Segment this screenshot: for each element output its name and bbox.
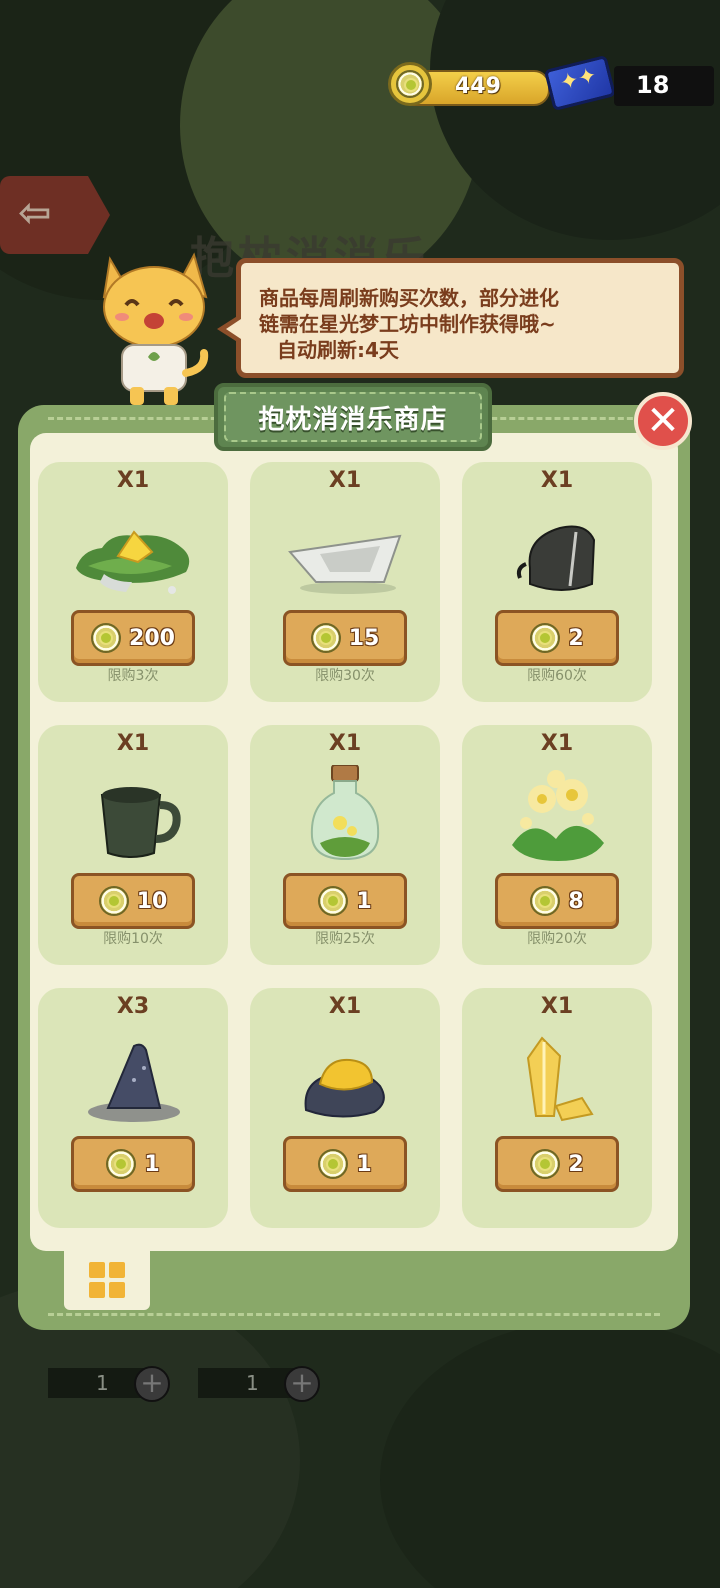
flower-coin-icon: [318, 886, 349, 916]
mug-icon: [100, 787, 181, 858]
shop-item-card[interactable]: X1 1 限购25次: [250, 725, 440, 965]
item-quantity: X1: [328, 994, 362, 1019]
item-price: 10: [136, 888, 168, 914]
flower-bottle-icon: [310, 765, 380, 861]
purchase-limit: 限购3次: [107, 668, 159, 684]
grass-cheese-patch-icon: [76, 530, 190, 594]
price-button[interactable]: 200: [71, 610, 195, 666]
plus-icon[interactable]: +: [134, 1366, 170, 1402]
ticket-counter: 18: [614, 66, 714, 106]
purchase-limit: 限购10次: [103, 931, 163, 947]
shop-item-card[interactable]: X1 2: [462, 988, 652, 1228]
category-tab-grid[interactable]: [64, 1250, 150, 1310]
shop-title: 抱枕消消乐商店: [224, 392, 482, 442]
price-button[interactable]: 15: [283, 610, 407, 666]
item-quantity: X1: [116, 468, 150, 493]
shop-item-card[interactable]: X1 8 限购20次: [462, 725, 652, 965]
plus-icon[interactable]: +: [284, 1366, 320, 1402]
item-price: 15: [348, 625, 380, 651]
item-price: 2: [568, 1151, 584, 1177]
shop-item-card[interactable]: X1 1: [250, 988, 440, 1228]
coin-count: 449: [455, 74, 501, 99]
price-button[interactable]: 1: [283, 873, 407, 929]
flower-coin-icon: [91, 623, 122, 653]
item-price: 1: [356, 1151, 372, 1177]
grid-icon-cell: [89, 1282, 105, 1298]
grid-icon-cell: [109, 1282, 125, 1298]
grid-icon: [89, 1262, 105, 1278]
item-quantity: X1: [540, 468, 574, 493]
inventory-counter: 1: [48, 1368, 148, 1398]
purchase-limit: 限购60次: [527, 668, 587, 684]
item-quantity: X1: [116, 731, 150, 756]
shop-item-card[interactable]: X1 10 限购10次: [38, 725, 228, 965]
crystal-icon: [526, 1036, 594, 1122]
bg-foliage: [380, 1320, 720, 1588]
shop-title-tab: 抱枕消消乐商店: [214, 383, 492, 451]
item-price: 1: [356, 888, 372, 914]
refresh-timer: 自动刷新:4天: [277, 338, 399, 362]
item-quantity: X1: [328, 731, 362, 756]
backpack-icon: [516, 525, 596, 591]
speech-bubble: 商品每周刷新购买次数，部分进化 链需在星光梦工坊中制作获得哦~ 自动刷新:4天: [217, 258, 684, 378]
purchase-limit: 限购30次: [315, 668, 375, 684]
shop-item-card[interactable]: X1 15 限购30次: [250, 462, 440, 702]
price-button[interactable]: 10: [71, 873, 195, 929]
shop-item-card[interactable]: X1 2 限购60次: [462, 462, 652, 702]
item-quantity: X1: [540, 994, 574, 1019]
flower-coin-icon: [310, 623, 341, 653]
paper-boat-icon: [288, 534, 402, 594]
price-button[interactable]: 2: [495, 1136, 619, 1192]
close-x-icon: ✕: [646, 398, 680, 444]
price-button[interactable]: 1: [71, 1136, 195, 1192]
flower-coin-icon: [530, 886, 561, 916]
purchase-limit: 限购25次: [315, 931, 375, 947]
back-arrow-icon: ⇦: [18, 190, 52, 236]
shop-item-card[interactable]: X3 1: [38, 988, 228, 1228]
flower-coin-icon: [530, 623, 561, 653]
ticket-count: 18: [636, 71, 670, 99]
item-price: 1: [144, 1151, 160, 1177]
purchase-limit: 限购20次: [527, 931, 587, 947]
panel-stitch: [48, 1313, 660, 1316]
bg-foliage: [430, 0, 720, 240]
speech-line: 商品每周刷新购买次数，部分进化: [259, 286, 559, 310]
item-quantity: X3: [116, 994, 150, 1019]
item-price: 2: [568, 625, 584, 651]
cat-mascot-icon: [102, 252, 209, 405]
back-button[interactable]: ⇦: [0, 176, 110, 254]
speech-line: 链需在星光梦工坊中制作获得哦~: [259, 312, 556, 336]
gold-ore-icon: [304, 1058, 385, 1118]
close-button[interactable]: ✕: [634, 392, 692, 450]
yellow-flowers-icon: [512, 770, 604, 861]
flower-coin-icon: [318, 1149, 349, 1179]
flower-coin-icon: [106, 1149, 137, 1179]
flower-coin-icon: [98, 886, 129, 916]
counter-value: 1: [246, 1371, 259, 1395]
price-button[interactable]: 1: [283, 1136, 407, 1192]
item-price: 8: [568, 888, 584, 914]
item-quantity: X1: [328, 468, 362, 493]
price-button[interactable]: 2: [495, 610, 619, 666]
item-quantity: X1: [540, 731, 574, 756]
counter-value: 1: [96, 1371, 109, 1395]
dark-rock-icon: [88, 1043, 180, 1122]
inventory-counter: 1: [198, 1368, 298, 1398]
flower-coin-icon: [388, 62, 432, 106]
price-button[interactable]: 8: [495, 873, 619, 929]
grid-icon-cell: [109, 1262, 125, 1278]
shop-item-card[interactable]: X1 200 限购3次: [38, 462, 228, 702]
flower-coin-icon: [530, 1149, 561, 1179]
item-price: 200: [129, 625, 175, 651]
